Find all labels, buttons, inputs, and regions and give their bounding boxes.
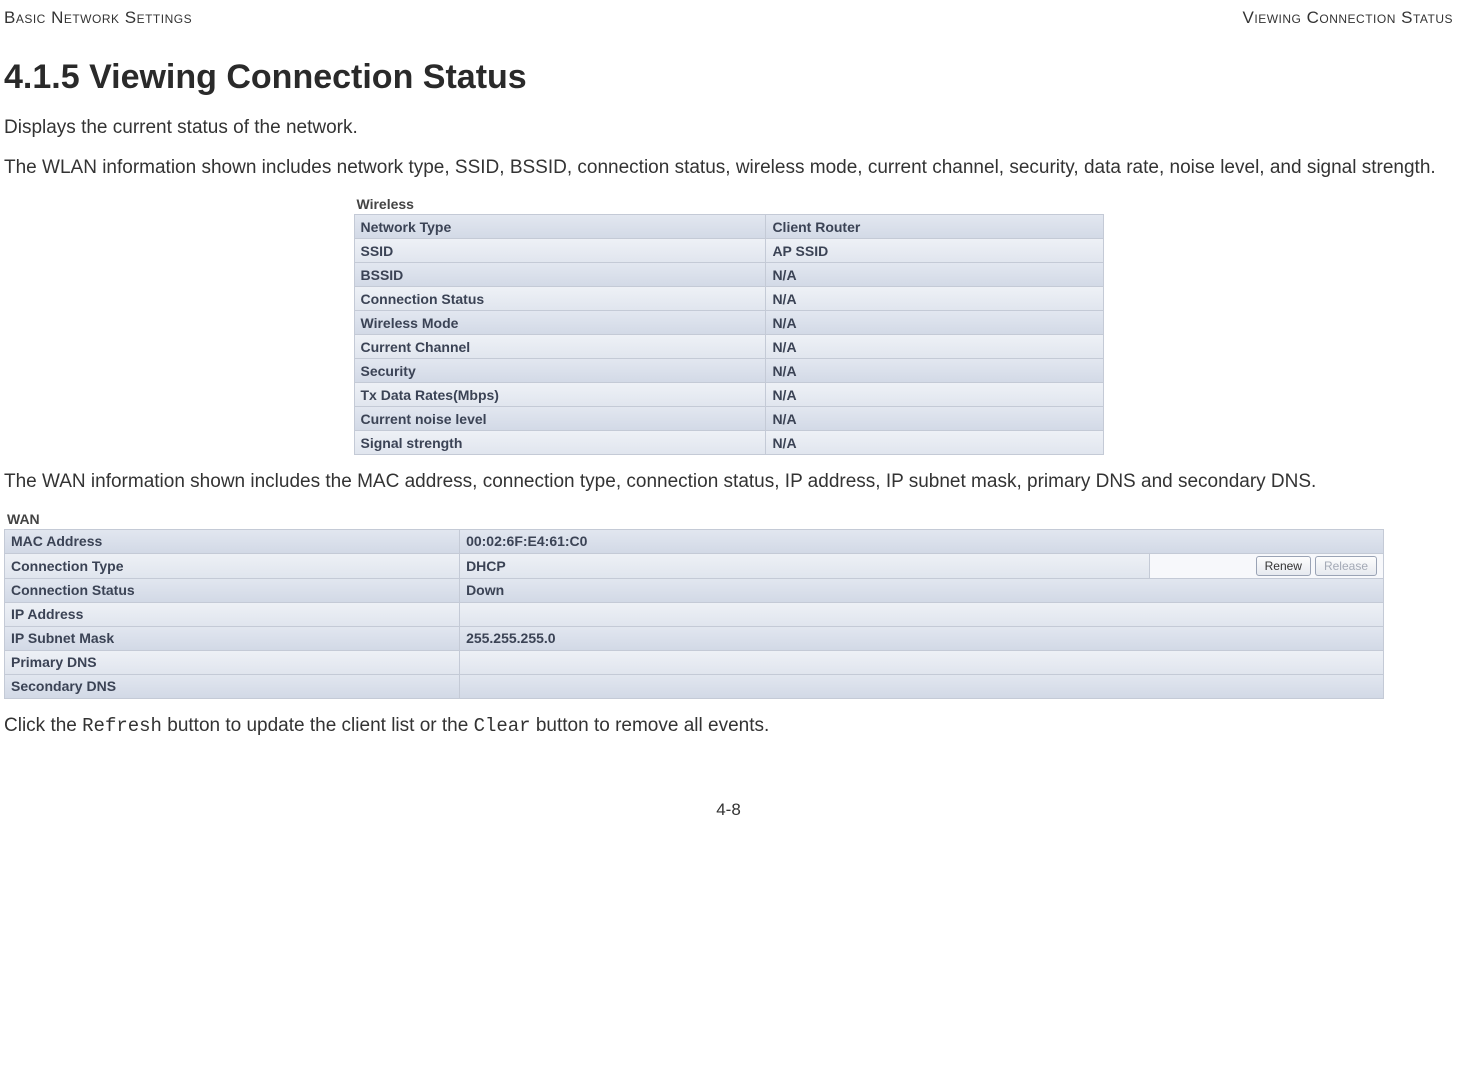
section-title: 4.1.5 Viewing Connection Status [4,58,1453,97]
table-row: Signal strengthN/A [354,431,1103,455]
wan-row-label: Connection Type [5,553,460,578]
wireless-row-value: N/A [766,263,1103,287]
wireless-row-label: Current Channel [354,335,766,359]
wireless-row-label: Connection Status [354,287,766,311]
page-number: 4-8 [4,800,1453,820]
wan-row-label: MAC Address [5,529,460,553]
wireless-row-value: N/A [766,431,1103,455]
wireless-row-label: SSID [354,239,766,263]
wireless-row-label: Wireless Mode [354,311,766,335]
wan-row-label: Primary DNS [5,650,460,674]
table-row: Connection StatusDown [5,578,1384,602]
wan-caption: WAN [4,509,1384,529]
table-row: SecurityN/A [354,359,1103,383]
table-row: SSIDAP SSID [354,239,1103,263]
footer-text-c: button to update the client list or the [162,715,474,736]
wireless-row-label: Security [354,359,766,383]
table-row: Wireless ModeN/A [354,311,1103,335]
wireless-row-value: N/A [766,335,1103,359]
wireless-row-value: AP SSID [766,239,1103,263]
wireless-row-label: Signal strength [354,431,766,455]
wireless-figure: Wireless Network TypeClient RouterSSIDAP… [354,194,1104,455]
wan-row-label: Connection Status [5,578,460,602]
table-row: Primary DNS [5,650,1384,674]
table-row: MAC Address00:02:6F:E4:61:C0 [5,529,1384,553]
footer-text-a: Click the [4,715,82,736]
wan-row-label: IP Address [5,602,460,626]
wireless-row-value: Client Router [766,215,1103,239]
refresh-label: Refresh [82,715,162,737]
wireless-row-value: N/A [766,311,1103,335]
table-row: Network TypeClient Router [354,215,1103,239]
wan-row-value: 255.255.255.0 [460,626,1384,650]
renew-button[interactable]: Renew [1256,556,1311,576]
table-row: Tx Data Rates(Mbps)N/A [354,383,1103,407]
footer-text-e: button to remove all events. [531,715,770,736]
intro-text-2: The WLAN information shown includes netw… [4,155,1453,181]
wan-row-value [460,602,1384,626]
wireless-row-label: Network Type [354,215,766,239]
wan-row-buttons: RenewRelease [1149,553,1383,578]
wan-row-value: Down [460,578,1384,602]
wireless-row-value: N/A [766,287,1103,311]
wireless-caption: Wireless [354,194,1104,214]
wireless-row-label: Current noise level [354,407,766,431]
wan-row-value [460,674,1384,698]
wan-row-value: DHCP [460,553,1150,578]
wireless-row-value: N/A [766,383,1103,407]
intro-text-1: Displays the current status of the netwo… [4,115,1453,141]
wan-row-label: Secondary DNS [5,674,460,698]
breadcrumb-right: Viewing Connection Status [1243,8,1453,28]
breadcrumb-left: Basic Network Settings [4,8,192,28]
wan-table: MAC Address00:02:6F:E4:61:C0Connection T… [4,529,1384,699]
intro-text-3: The WAN information shown includes the M… [4,469,1453,495]
wan-row-value [460,650,1384,674]
wan-figure: WAN MAC Address00:02:6F:E4:61:C0Connecti… [4,509,1384,699]
wan-row-value: 00:02:6F:E4:61:C0 [460,529,1384,553]
wireless-row-label: BSSID [354,263,766,287]
release-button[interactable]: Release [1315,556,1377,576]
clear-label: Clear [474,715,531,737]
wireless-row-value: N/A [766,407,1103,431]
wireless-row-label: Tx Data Rates(Mbps) [354,383,766,407]
wan-row-label: IP Subnet Mask [5,626,460,650]
table-row: Current noise levelN/A [354,407,1103,431]
table-row: IP Address [5,602,1384,626]
wireless-table: Network TypeClient RouterSSIDAP SSIDBSSI… [354,214,1104,455]
wireless-row-value: N/A [766,359,1103,383]
table-row: Connection TypeDHCPRenewRelease [5,553,1384,578]
table-row: IP Subnet Mask255.255.255.0 [5,626,1384,650]
footer-instruction: Click the Refresh button to update the c… [4,713,1453,740]
table-row: BSSIDN/A [354,263,1103,287]
table-row: Current ChannelN/A [354,335,1103,359]
table-row: Secondary DNS [5,674,1384,698]
table-row: Connection StatusN/A [354,287,1103,311]
